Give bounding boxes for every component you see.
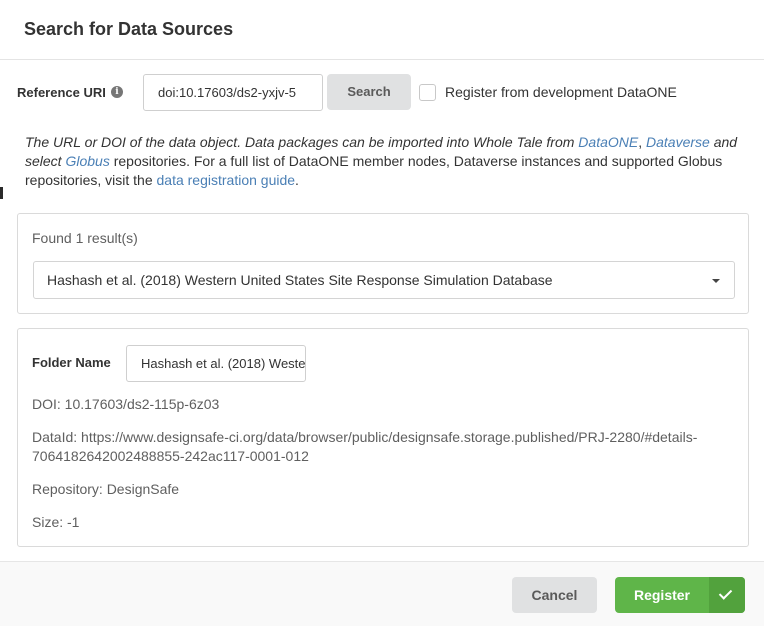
dataverse-link[interactable]: Dataverse <box>646 134 710 150</box>
folder-name-input[interactable]: Hashash et al. (2018) Western United Sta… <box>126 345 306 382</box>
results-panel: Found 1 result(s) Hashash et al. (2018) … <box>17 213 749 314</box>
globus-link[interactable]: Globus <box>65 153 109 169</box>
help-text-part: The URL or DOI of the data object. Data … <box>25 134 579 150</box>
background-edge <box>0 187 3 199</box>
result-select-value: Hashash et al. (2018) Western United Sta… <box>47 272 553 288</box>
reference-uri-input[interactable]: doi:10.17603/ds2-yxjv-5 <box>143 74 323 111</box>
result-details-panel: Folder Name Hashash et al. (2018) Wester… <box>17 328 749 547</box>
result-select-dropdown[interactable]: Hashash et al. (2018) Western United Sta… <box>33 261 735 299</box>
cancel-button[interactable]: Cancel <box>512 577 597 613</box>
search-button[interactable]: Search <box>327 74 411 110</box>
dataid-text: DataId: https://www.designsafe-ci.org/da… <box>32 429 698 464</box>
data-registration-guide-link[interactable]: data registration guide <box>157 172 296 188</box>
modal-title: Search for Data Sources <box>24 19 234 39</box>
info-icon[interactable]: i <box>111 86 123 98</box>
folder-name-label: Folder Name <box>32 355 111 370</box>
register-button-label: Register <box>633 587 691 603</box>
register-button[interactable]: Register <box>615 577 745 613</box>
help-comma: , <box>638 134 646 150</box>
repository-text: Repository: DesignSafe <box>32 481 180 497</box>
doi-text: DOI: 10.17603/ds2-115p-6z03 <box>32 396 220 412</box>
chevron-down-icon <box>712 279 720 283</box>
help-period: . <box>295 172 299 188</box>
results-count: Found 1 result(s) <box>32 230 138 246</box>
dataone-link[interactable]: DataONE <box>578 134 638 150</box>
help-text: The URL or DOI of the data object. Data … <box>25 133 745 190</box>
size-text: Size: -1 <box>32 514 80 530</box>
modal-footer: Cancel Register <box>0 561 764 626</box>
development-dataone-checkbox[interactable] <box>419 84 436 101</box>
modal-header: Search for Data Sources <box>0 0 764 60</box>
help-text-part: repositories. For a full list of DataONE… <box>25 153 723 188</box>
checkmark-icon <box>709 577 745 613</box>
reference-uri-row: Reference URI i doi:10.17603/ds2-yxjv-5 … <box>17 74 757 111</box>
development-dataone-label[interactable]: Register from development DataONE <box>445 84 677 100</box>
reference-uri-label: Reference URI <box>17 85 106 100</box>
